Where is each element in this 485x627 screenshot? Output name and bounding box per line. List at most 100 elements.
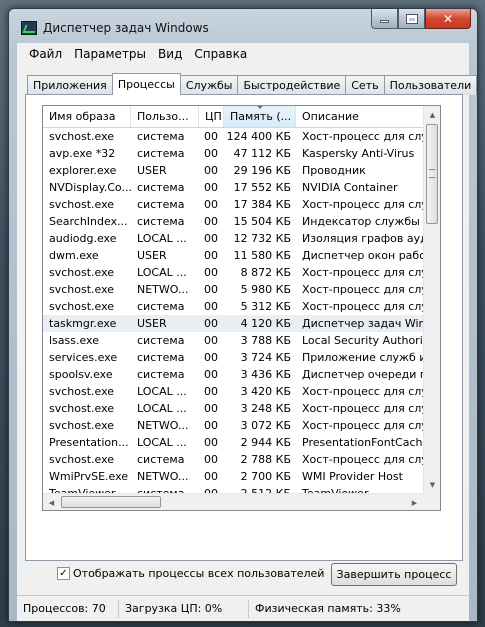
process-cpu: 00 [204,147,218,160]
checkmark-icon: ✓ [59,568,68,579]
process-name: spoolsv.exe [49,368,113,381]
tab-network[interactable]: Сеть [345,75,385,95]
table-row[interactable]: WmiPrvSE.exe NETWO... 00 2 700 КБ WMI Provid… [43,468,440,485]
process-cpu: 00 [204,249,218,262]
table-row[interactable]: services.exe система 00 3 724 КБ Приложение … [43,349,440,366]
table-row[interactable]: svchost.exe NETWO... 00 5 980 КБ Хост-процес… [43,281,440,298]
process-user: система [137,300,185,313]
process-cpu: 00 [204,283,218,296]
process-description: Диспетчер окон рабочег [302,249,426,262]
process-user: LOCAL ... [137,266,187,279]
process-cpu: 00 [204,436,218,449]
show-all-users-option[interactable]: ✓ Отображать процессы всех пользователей [57,567,324,580]
process-cpu: 00 [204,351,218,364]
tab-services[interactable]: Службы [179,75,239,95]
process-name: svchost.exe [49,300,115,313]
process-cpu: 00 [204,198,218,211]
menu-options[interactable]: Параметры [68,45,152,63]
task-manager-window: Диспетчер задач Windows ✕ Файл Параметры… [8,8,478,622]
process-cpu: 00 [204,385,218,398]
menu-file[interactable]: Файл [23,45,68,63]
column-user[interactable]: Пользо... [131,106,199,127]
table-row[interactable]: SearchIndex... система 00 15 504 КБ Индексат… [43,213,440,230]
vertical-scrollbar[interactable]: ▲ ▼ [423,106,440,493]
process-cpu: 00 [204,215,218,228]
table-row[interactable]: avp.exe *32 система 00 47 112 КБ Kaspersky A… [43,145,440,162]
process-memory: 3 788 КБ [240,334,291,347]
tab-applications[interactable]: Приложения [27,75,113,95]
title-bar[interactable]: Диспетчер задач Windows ✕ [9,9,477,43]
process-memory: 12 732 КБ [233,232,291,245]
process-memory: 5 980 КБ [240,283,291,296]
table-row[interactable]: dwm.exe USER 00 11 580 КБ Диспетчер окон раб… [43,247,440,264]
process-memory: 3 248 КБ [240,402,291,415]
end-process-button[interactable]: Завершить процесс [331,563,457,586]
process-user: система [137,368,185,381]
process-user: система [137,130,185,143]
status-bar: Процессов: 70 Загрузка ЦП: 0% Физическая… [17,595,469,621]
tab-processes[interactable]: Процессы [111,73,181,95]
table-row[interactable]: svchost.exe LOCAL ... 00 3 420 КБ Хост-проце… [43,383,440,400]
minimize-button[interactable] [371,9,398,29]
process-user: NETWO... [137,470,189,483]
column-memory[interactable]: Память (... [224,106,296,127]
process-cpu: 00 [204,419,218,432]
process-description: Проводник [302,164,366,177]
table-row[interactable]: svchost.exe система 00 5 312 КБ Хост-процесс… [43,298,440,315]
table-row[interactable]: svchost.exe система 00 2 788 КБ Хост-процесс… [43,451,440,468]
scroll-left-icon[interactable]: ◀ [43,494,60,510]
scroll-up-icon[interactable]: ▲ [424,106,440,123]
table-row[interactable]: explorer.exe USER 00 29 196 КБ Проводник [43,162,440,179]
maximize-button[interactable] [398,9,425,29]
vertical-scroll-thumb[interactable] [426,124,438,224]
process-user: система [137,334,185,347]
process-memory: 124 400 КБ [226,130,291,143]
horizontal-scrollbar[interactable]: ◀ ▶ [43,493,423,510]
process-description: Хост-процесс для служб [302,283,426,296]
process-user: LOCAL ... [137,436,187,449]
process-name: audiodg.exe [49,232,117,245]
process-list[interactable]: Имя образа Пользо... ЦП Память (... Опис… [42,105,441,511]
close-button[interactable]: ✕ [425,9,471,29]
table-row[interactable]: NVDisplay.Co... система 00 17 552 КБ NVIDIA … [43,179,440,196]
process-user: система [137,351,185,364]
process-memory: 8 872 КБ [240,266,291,279]
sort-descending-icon [256,106,264,109]
table-row[interactable]: taskmgr.exe USER 00 4 120 КБ Диспетчер задач… [43,315,440,332]
table-row[interactable]: svchost.exe LOCAL ... 00 3 248 КБ Хост-проце… [43,400,440,417]
tab-users[interactable]: Пользователи [383,75,478,95]
process-cpu: 00 [204,402,218,415]
table-row[interactable]: audiodg.exe LOCAL ... 00 12 732 КБ Изоляция … [43,230,440,247]
scroll-right-icon[interactable]: ▶ [406,494,423,510]
column-description[interactable]: Описание [296,106,426,127]
process-description: Хост-процесс для служб [302,300,426,313]
process-name: taskmgr.exe [49,317,117,330]
table-row[interactable]: svchost.exe система 00 124 400 КБ Хост-проце… [43,128,440,145]
process-cpu: 00 [204,266,218,279]
table-row[interactable]: svchost.exe система 00 17 384 КБ Хост-процес… [43,196,440,213]
table-row[interactable]: lsass.exe система 00 3 788 КБ Local Security… [43,332,440,349]
show-all-users-checkbox[interactable]: ✓ [57,567,70,580]
process-name: svchost.exe [49,198,115,211]
horizontal-scroll-thumb[interactable] [61,496,161,508]
tab-performance[interactable]: Быстродействие [237,75,347,95]
scroll-down-icon[interactable]: ▼ [424,476,440,493]
process-memory: 3 072 КБ [240,419,291,432]
column-image-name[interactable]: Имя образа [43,106,131,127]
table-row[interactable]: svchost.exe NETWO... 00 3 072 КБ Хост-процес… [43,417,440,434]
process-description: Хост-процесс для служб [302,385,426,398]
process-user: система [137,147,185,160]
menu-view[interactable]: Вид [152,45,188,63]
process-user: NETWO... [137,419,189,432]
process-memory: 3 436 КБ [240,368,291,381]
table-row[interactable]: Presentation... LOCAL ... 00 2 944 КБ Presen… [43,434,440,451]
process-user: система [137,198,185,211]
process-memory: 2 944 КБ [240,436,291,449]
table-row[interactable]: svchost.exe LOCAL ... 00 8 872 КБ Хост-проце… [43,264,440,281]
process-memory: 2 700 КБ [240,470,291,483]
column-cpu[interactable]: ЦП [199,106,224,127]
client-area: Приложения Процессы Службы Быстродействи… [17,65,478,595]
table-row[interactable]: spoolsv.exe система 00 3 436 КБ Диспетчер оч… [43,366,440,383]
process-memory: 5 312 КБ [240,300,291,313]
menu-help[interactable]: Справка [188,45,253,63]
